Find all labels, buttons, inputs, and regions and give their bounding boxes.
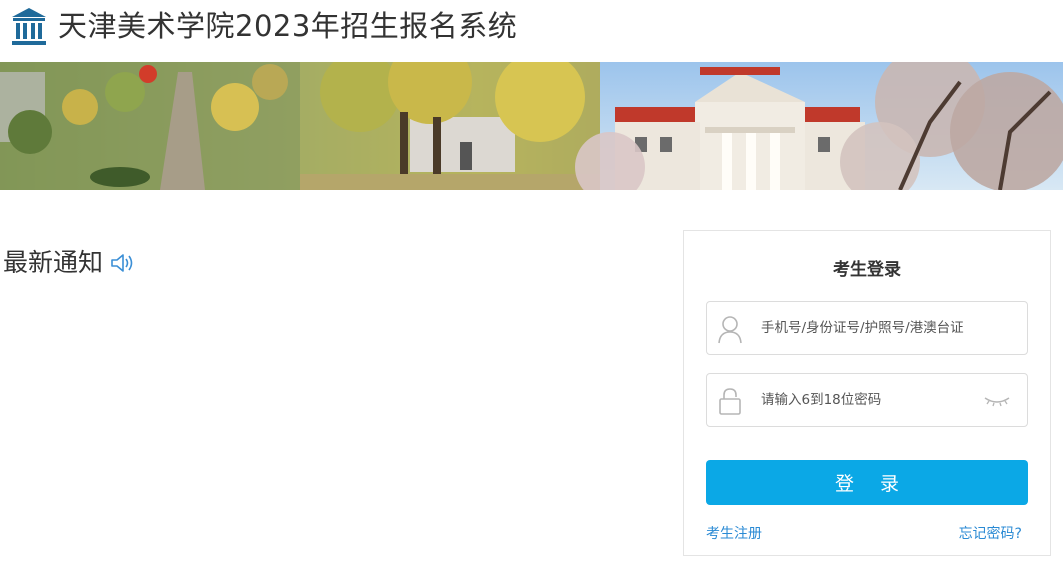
lock-icon — [719, 388, 741, 415]
login-title: 考生登录 — [833, 260, 901, 280]
password-input[interactable] — [761, 387, 991, 413]
register-link[interactable]: 考生注册 — [706, 523, 762, 543]
user-icon — [718, 316, 742, 344]
notice-heading: 最新通知 — [3, 246, 137, 280]
username-input[interactable] — [761, 315, 991, 341]
notice-title: 最新通知 — [3, 248, 104, 277]
site-title: 天津美术学院2023年招生报名系统 — [58, 9, 518, 43]
eye-closed-icon[interactable] — [983, 394, 1011, 408]
forgot-password-link[interactable]: 忘记密码? — [959, 523, 1022, 543]
login-panel: 考生登录 登 录 考生注册 忘记密码? — [683, 230, 1051, 556]
speaker-icon — [111, 254, 133, 272]
campus-photo-banner — [0, 62, 1063, 190]
login-button[interactable]: 登 录 — [706, 460, 1028, 505]
password-field[interactable] — [706, 373, 1028, 427]
username-field[interactable] — [706, 301, 1028, 355]
museum-building-icon — [12, 8, 46, 45]
header: 天津美术学院2023年招生报名系统 — [0, 0, 1063, 60]
